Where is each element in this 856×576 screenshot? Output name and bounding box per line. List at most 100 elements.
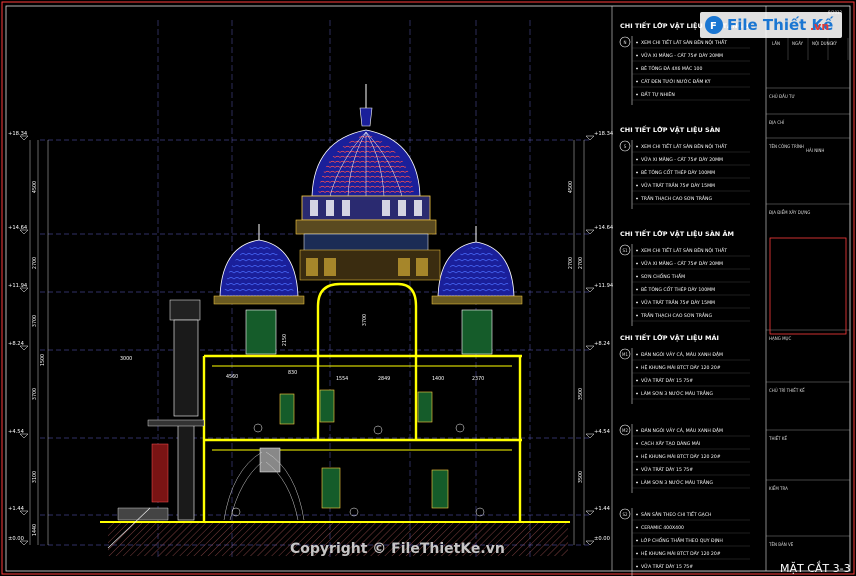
- legend-item: VỮA TRÁT DÀY 15 75#: [641, 466, 693, 473]
- legend-marker: M2: [622, 428, 628, 433]
- legend-item: CERAMIC 400X400: [641, 525, 684, 531]
- left-dimension-chain: [29, 140, 49, 545]
- level-label-right: ±0.00: [594, 536, 610, 542]
- legend-item: LÀM SƠN 3 NƯỚC MÀU TRẮNG: [641, 478, 713, 486]
- legend-marker: S2: [622, 512, 628, 517]
- legend-item: LÀM SƠN 3 NƯỚC MÀU TRẮNG: [641, 389, 713, 397]
- titleblock-row-label: TÊN BẢN VẼ: [768, 542, 794, 547]
- level-marker-icon: [585, 433, 595, 439]
- titleblock-row-label: KIỂM TRA: [769, 486, 788, 491]
- level-label-right: +4.54: [594, 429, 611, 435]
- legend-item: ĐẤT TỰ NHIÊN: [641, 90, 675, 98]
- dimension-label: 2150: [282, 334, 288, 346]
- svg-text:F: F: [710, 21, 717, 32]
- level-label-left: +4.54: [8, 429, 25, 435]
- titleblock-header: NGÀY: [792, 41, 804, 46]
- legend-item: SÀN SÂN THEO CHI TIẾT GẠCH: [641, 510, 712, 518]
- level-marker-icon: [585, 345, 595, 351]
- legend-item: CÁT ĐEN TƯỚI NƯỚC ĐẦM KỸ: [641, 77, 711, 85]
- legend-item: VỮA XI MĂNG - CÁT 75# DÀY 20MM: [641, 52, 723, 59]
- titleblock-row-label: ĐỊA CHỈ: [769, 120, 785, 125]
- legend-item: ĐÁN NGÓI VẢY CÁ, MÀU XANH ĐẬM: [641, 426, 723, 434]
- titleblock-address-value: HẢI NINH: [806, 148, 824, 153]
- legend-title: CHI TIẾT LỚP VẬT LIỆU MÁI: [620, 332, 719, 342]
- legend-item: CẠCH XÂY TẠO DÁNG MÁI: [641, 440, 700, 447]
- dimension-label: 1500: [40, 354, 46, 366]
- legend-item: VỮA XI MĂNG - CÁT 75# DÀY 20MM: [641, 156, 723, 163]
- legend-item: VỮA TRÁT DÀY 15 75#: [641, 563, 693, 570]
- room-dimension: 4560: [226, 374, 238, 380]
- legend-item: TRẦN THẠCH CAO SƠN TRẮNG: [640, 194, 712, 202]
- legend-item: VỮA TRÁT DÀY 15 75#: [641, 377, 693, 384]
- legend-block: CHI TIẾT LỚP VẬT LIỆU MÁI M1 ĐÁN NGÓI VẢY …: [619, 332, 750, 404]
- legend-item: ĐÁN NGÓI VẢY CÁ, MÀU XANH ĐẬM: [641, 350, 723, 358]
- level-label-left: +18.34: [8, 131, 28, 137]
- room-dimension: 1554: [336, 376, 348, 382]
- legend-marker: N: [624, 40, 627, 45]
- legend-item: XEM CHI TIẾT LÁT SÀN BÊN NỘI THẤT: [641, 246, 727, 254]
- dimension-label: 3700: [32, 388, 38, 400]
- legend-item: HỆ KHUNG MÁI BTCT DÀY 120 20#: [641, 549, 721, 557]
- dimension-label: 3500: [578, 471, 584, 483]
- legend-item: BÊ TÔNG CỐT THÉP DÀY 100MM: [641, 168, 715, 176]
- room-dimension: 2370: [472, 376, 484, 382]
- level-label-right: +14.64: [594, 225, 614, 231]
- dimension-label: 3700: [362, 314, 368, 326]
- legend-title: CHI TIẾT LỚP VẬT LIỆU SÀN ÂM: [620, 228, 734, 238]
- legend-title: CHI TIẾT LỚP VẬT LIỆU SÀN: [620, 124, 720, 134]
- level-label-right: +1.44: [594, 506, 611, 512]
- titleblock-row-label: CHỦ TRÌ THIẾT KẾ: [769, 387, 805, 393]
- level-label-right: +8.24: [594, 341, 611, 347]
- room-dimension: 830: [288, 370, 297, 376]
- legend-block: CHI TIẾT LỚP VẬT LIỆU SÀN S XEM CHI TIẾT L…: [619, 124, 750, 209]
- level-marker-icon: [585, 287, 595, 293]
- dimension-label: 1440: [32, 524, 38, 536]
- logo-domain: .vn: [810, 20, 829, 33]
- room-dimension: 3000: [120, 356, 132, 362]
- level-label-left: +1.44: [8, 506, 25, 512]
- copyright-watermark: Copyright © FileThietKe.vn: [290, 541, 505, 557]
- dimension-label: 2700: [568, 257, 574, 269]
- level-marker-icon: [585, 229, 595, 235]
- titleblock-row-label: TÊN CÔNG TRÌNH: [768, 144, 804, 149]
- outer-frame: [1, 1, 855, 575]
- site-logo: F File Thiết Kế .vn: [700, 12, 842, 38]
- material-legend-panel: CHI TIẾT LỚP VẬT LIỆU NỀN TẦNG 1N XEM CHI…: [619, 20, 750, 576]
- stamp-box: [769, 237, 847, 335]
- room-dimension: 2849: [378, 376, 390, 382]
- level-label-left: +8.24: [8, 341, 25, 347]
- level-marker-icon: [585, 135, 595, 141]
- level-label-left: +14.64: [8, 225, 28, 231]
- level-marker-icon: [585, 540, 595, 546]
- title-block: LẦNNGÀYNỘI DUNGKÝ8/2012CHỦ ĐẦU TƯĐỊA CHỈ…: [766, 10, 850, 547]
- dimension-label: 4500: [32, 181, 38, 193]
- room-dimension: 1400: [432, 376, 444, 382]
- left-dome: [213, 224, 305, 355]
- dimension-label: 4500: [568, 181, 574, 193]
- legend-item: HỆ KHUNG MÁI BTCT DÀY 120 20#: [641, 363, 721, 371]
- level-label-right: +11.94: [594, 283, 614, 289]
- legend-block: S2 SÀN SÂN THEO CHI TIẾT GẠCH CERAMIC 400X…: [619, 508, 750, 576]
- level-label-left: ±0.00: [8, 536, 24, 542]
- dimension-label: 3500: [578, 388, 584, 400]
- legend-item: VỮA TRÁT TRẦN 75# DÀY 15MM: [641, 181, 715, 189]
- dimension-label: 3700: [32, 315, 38, 327]
- titleblock-row-label: ĐỊA ĐIỂM XÂY DỰNG: [769, 210, 810, 215]
- dimension-label: 2700: [578, 257, 584, 269]
- dimension-label: 3100: [32, 471, 38, 483]
- legend-item: BÊ TÔNG CỐT THÉP DÀY 100MM: [641, 285, 715, 293]
- legend-item: LỚP CHỐNG THẤM THEO QUY ĐỊNH: [641, 536, 723, 544]
- inner-frame: [5, 5, 851, 572]
- titleblock-header: NỘI DUNG: [812, 41, 833, 46]
- legend-item: SƠN CHỐNG THẤM: [641, 272, 685, 280]
- level-label-left: +11.94: [8, 283, 28, 289]
- central-dome: [295, 84, 437, 279]
- titleblock-header: KÝ: [832, 41, 837, 46]
- drawing-title: MẶT CẮT 3-3: [780, 561, 851, 575]
- titleblock-row-label: CHỦ ĐẦU TƯ: [769, 94, 795, 99]
- legend-item: TRẦN THẠCH CAO SƠN TRẮNG: [640, 311, 712, 319]
- legend-item: VỮA XI MĂNG - CÁT 75# DÀY 20MM: [641, 260, 723, 267]
- legend-marker: S1: [622, 248, 628, 253]
- cad-drawing-canvas: +18.34 +14.64 +11.94 +8.24 +4.54 +1.44 ±0.00 +…: [1, 1, 855, 576]
- legend-item: HỆ KHUNG MÁI BTCT DÀY 120 20#: [641, 452, 721, 460]
